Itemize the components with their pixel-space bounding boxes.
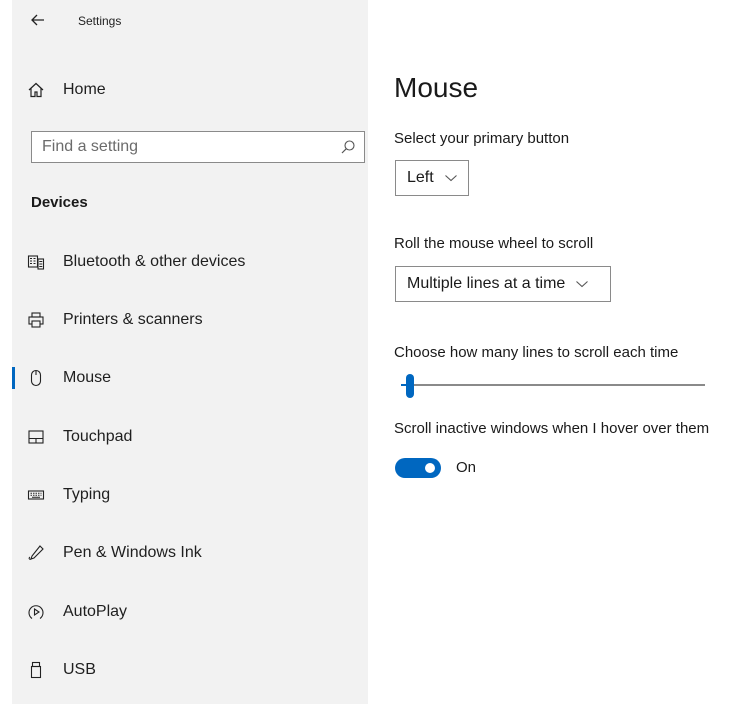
search-input[interactable] <box>32 132 332 162</box>
toggle-knob <box>425 463 435 473</box>
touchpad-icon <box>26 427 46 447</box>
scroll-wheel-label: Roll the mouse wheel to scroll <box>394 235 594 252</box>
sidebar-item-pen[interactable]: Pen & Windows Ink <box>12 533 368 573</box>
usb-icon <box>26 660 46 680</box>
slider-thumb[interactable] <box>406 374 415 398</box>
primary-button-dropdown[interactable]: Left <box>395 160 469 196</box>
bluetooth-devices-icon <box>26 252 46 272</box>
inactive-scroll-label: Scroll inactive windows when I hover ove… <box>394 420 710 437</box>
sidebar: Settings Home Devices Blueto <box>12 0 368 704</box>
section-title: Devices <box>31 194 88 211</box>
lines-to-scroll-label: Choose how many lines to scroll each tim… <box>394 344 679 361</box>
sidebar-item-label: AutoPlay <box>63 603 128 620</box>
app-title: Settings <box>78 14 122 28</box>
back-button[interactable] <box>26 8 50 32</box>
main-content: Mouse Select your primary button Left Ro… <box>368 0 747 704</box>
page-title: Mouse <box>394 72 479 103</box>
title-bar: Settings <box>12 0 368 44</box>
sidebar-item-label: Mouse <box>63 369 112 386</box>
pen-icon <box>26 543 46 563</box>
sidebar-item-bluetooth[interactable]: Bluetooth & other devices <box>12 242 368 282</box>
sidebar-item-label: USB <box>63 661 96 678</box>
sidebar-item-mouse[interactable]: Mouse <box>12 358 368 398</box>
sidebar-item-label: Touchpad <box>63 428 133 445</box>
chevron-down-icon <box>444 175 457 182</box>
home-icon <box>26 80 46 100</box>
mouse-icon <box>26 368 46 388</box>
autoplay-icon <box>26 602 46 622</box>
sidebar-item-label: Printers & scanners <box>63 311 203 328</box>
sidebar-item-label: Home <box>63 81 106 98</box>
keyboard-icon <box>26 485 46 505</box>
chevron-down-icon <box>576 281 589 288</box>
dropdown-value: Left <box>407 169 434 186</box>
dropdown-value: Multiple lines at a time <box>407 275 566 292</box>
search-icon[interactable] <box>340 139 356 155</box>
sidebar-item-autoplay[interactable]: AutoPlay <box>12 592 368 632</box>
sidebar-item-touchpad[interactable]: Touchpad <box>12 417 368 457</box>
toggle-state-label: On <box>456 459 477 476</box>
printer-icon <box>26 310 46 330</box>
sidebar-item-label: Typing <box>63 486 111 503</box>
sidebar-item-usb[interactable]: USB <box>12 650 368 690</box>
primary-button-label: Select your primary button <box>394 130 570 147</box>
back-arrow-icon <box>31 14 44 26</box>
sidebar-item-printers[interactable]: Printers & scanners <box>12 300 368 340</box>
sidebar-item-home[interactable]: Home <box>12 70 368 110</box>
inactive-scroll-toggle[interactable] <box>395 458 441 478</box>
lines-to-scroll-slider[interactable] <box>395 374 707 398</box>
scroll-wheel-dropdown[interactable]: Multiple lines at a time <box>395 266 611 302</box>
sidebar-item-typing[interactable]: Typing <box>12 475 368 515</box>
sidebar-item-label: Bluetooth & other devices <box>63 253 246 270</box>
selection-indicator <box>12 367 15 389</box>
sidebar-item-label: Pen & Windows Ink <box>63 544 202 561</box>
search-box <box>31 131 365 163</box>
slider-track <box>401 384 705 386</box>
